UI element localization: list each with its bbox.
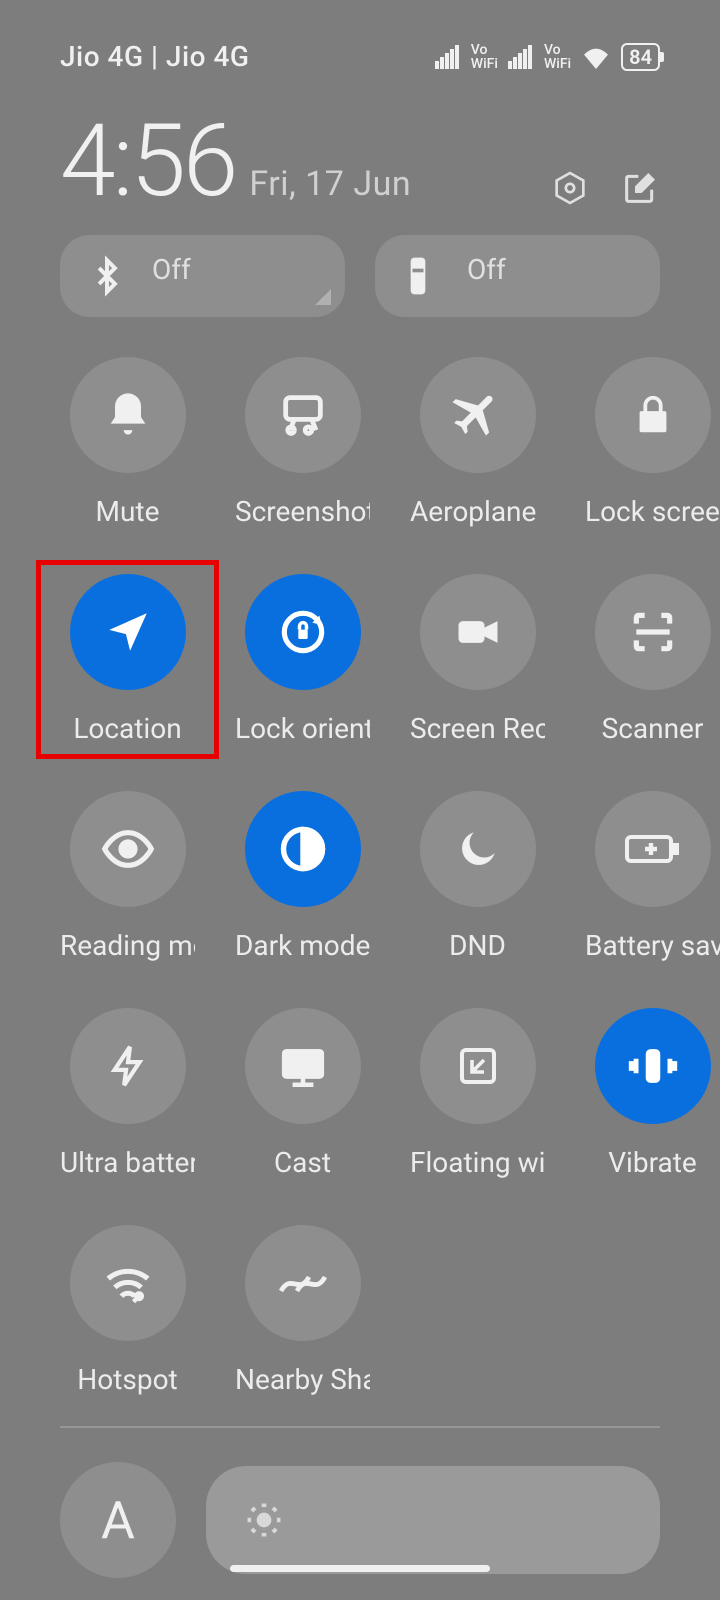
lockorient-toggle[interactable]: Lock orientation bbox=[235, 574, 370, 745]
bluetooth-state: Off bbox=[152, 253, 191, 286]
lockscreen-label: Lock screen bbox=[585, 495, 720, 528]
torch-state: Off bbox=[467, 253, 506, 286]
battery-plus-icon bbox=[623, 829, 683, 869]
vibrate-label: Vibrate bbox=[608, 1146, 697, 1179]
font-size-button[interactable]: A bbox=[60, 1462, 176, 1578]
contrast-icon bbox=[277, 823, 329, 875]
screenshot-label: Screenshot bbox=[235, 495, 370, 528]
wifi-icon bbox=[581, 45, 611, 69]
lock-icon bbox=[630, 392, 676, 438]
rotate-lock-icon bbox=[275, 604, 331, 660]
large-tiles-row: Off Off bbox=[0, 235, 720, 317]
entwine-icon bbox=[275, 1263, 331, 1303]
screenshot-toggle[interactable]: Screenshot bbox=[235, 357, 370, 528]
quick-toggles-grid: Mute Screenshot Aeroplane mode Lock scre… bbox=[0, 317, 720, 1396]
darkmode-toggle[interactable]: Dark mode bbox=[235, 791, 370, 962]
signal-bars-icon-2 bbox=[508, 45, 532, 69]
ultrabatt-label: Ultra battery bbox=[60, 1146, 195, 1179]
brightness-icon bbox=[242, 1498, 286, 1542]
float-icon bbox=[454, 1042, 502, 1090]
bolt-icon bbox=[105, 1039, 151, 1093]
lockscreen-toggle[interactable]: Lock screen bbox=[585, 357, 720, 528]
eye-icon bbox=[100, 821, 156, 877]
dnd-label: DND bbox=[449, 929, 506, 962]
wifi-share-icon bbox=[101, 1261, 155, 1305]
nearby-label: Nearby Share bbox=[235, 1363, 370, 1396]
cast-toggle[interactable]: Cast bbox=[235, 1008, 370, 1179]
vowifi-icon-1: VoWiFi bbox=[471, 43, 498, 71]
scissors-icon bbox=[277, 389, 329, 441]
battery-indicator: 84 bbox=[621, 43, 660, 71]
bluetooth-tile[interactable]: Off bbox=[60, 235, 345, 317]
carrier-text: Jio 4G | Jio 4G bbox=[60, 40, 249, 73]
home-indicator[interactable] bbox=[230, 1565, 490, 1572]
location-label: Location bbox=[73, 712, 181, 745]
aeroplane-toggle[interactable]: Aeroplane mode bbox=[410, 357, 545, 528]
expand-indicator-icon bbox=[315, 289, 331, 305]
edit-icon[interactable] bbox=[620, 168, 660, 208]
nav-icon bbox=[103, 607, 153, 657]
mute-toggle[interactable]: Mute bbox=[60, 357, 195, 528]
reading-label: Reading mode bbox=[60, 929, 195, 962]
clock-date[interactable]: Fri, 17 Jun bbox=[249, 164, 411, 204]
torch-icon bbox=[403, 254, 433, 298]
time-date-block: 4:56 Fri, 17 Jun bbox=[60, 103, 411, 220]
vibrate-icon bbox=[624, 1037, 682, 1095]
bell-icon bbox=[102, 389, 154, 441]
clock-time[interactable]: 4:56 bbox=[60, 103, 235, 220]
plane-icon bbox=[451, 388, 505, 442]
bluetooth-icon bbox=[88, 254, 126, 298]
cast-label: Cast bbox=[274, 1146, 331, 1179]
mute-label: Mute bbox=[96, 495, 160, 528]
bottom-controls: A bbox=[0, 1428, 720, 1578]
status-icons: VoWiFi VoWiFi 84 bbox=[435, 43, 660, 71]
floating-toggle[interactable]: Floating windows bbox=[410, 1008, 545, 1179]
scan-icon bbox=[628, 607, 678, 657]
torch-tile[interactable]: Off bbox=[375, 235, 660, 317]
lockorient-label: Lock orientation bbox=[235, 712, 370, 745]
ultrabatt-toggle[interactable]: Ultra battery bbox=[60, 1008, 195, 1179]
screenrec-toggle[interactable]: Screen Recorder bbox=[410, 574, 545, 745]
qs-header: 4:56 Fri, 17 Jun bbox=[0, 83, 720, 230]
dnd-toggle[interactable]: DND bbox=[410, 791, 545, 962]
location-toggle[interactable]: Location bbox=[60, 574, 195, 745]
vibrate-toggle[interactable]: Vibrate bbox=[585, 1008, 720, 1179]
hotspot-toggle[interactable]: Hotspot bbox=[60, 1225, 195, 1396]
monitor-icon bbox=[278, 1041, 328, 1091]
vowifi-icon-2: VoWiFi bbox=[544, 43, 571, 71]
settings-icon[interactable] bbox=[550, 168, 590, 208]
floating-label: Floating windows bbox=[410, 1146, 545, 1179]
scanner-label: Scanner bbox=[602, 712, 704, 745]
battsaver-toggle[interactable]: Battery saver bbox=[585, 791, 720, 962]
signal-bars-icon bbox=[435, 45, 459, 69]
reading-toggle[interactable]: Reading mode bbox=[60, 791, 195, 962]
video-icon bbox=[452, 606, 504, 658]
nearby-toggle[interactable]: Nearby Share bbox=[235, 1225, 370, 1396]
screenrec-label: Screen Recorder bbox=[410, 712, 545, 745]
hotspot-label: Hotspot bbox=[77, 1363, 177, 1396]
scanner-toggle[interactable]: Scanner bbox=[585, 574, 720, 745]
darkmode-label: Dark mode bbox=[235, 929, 370, 962]
status-bar: Jio 4G | Jio 4G VoWiFi VoWiFi 84 bbox=[0, 0, 720, 83]
aeroplane-label: Aeroplane mode bbox=[410, 495, 545, 528]
moon-icon bbox=[453, 824, 503, 874]
battsaver-label: Battery saver bbox=[585, 929, 720, 962]
brightness-slider[interactable] bbox=[206, 1466, 660, 1574]
